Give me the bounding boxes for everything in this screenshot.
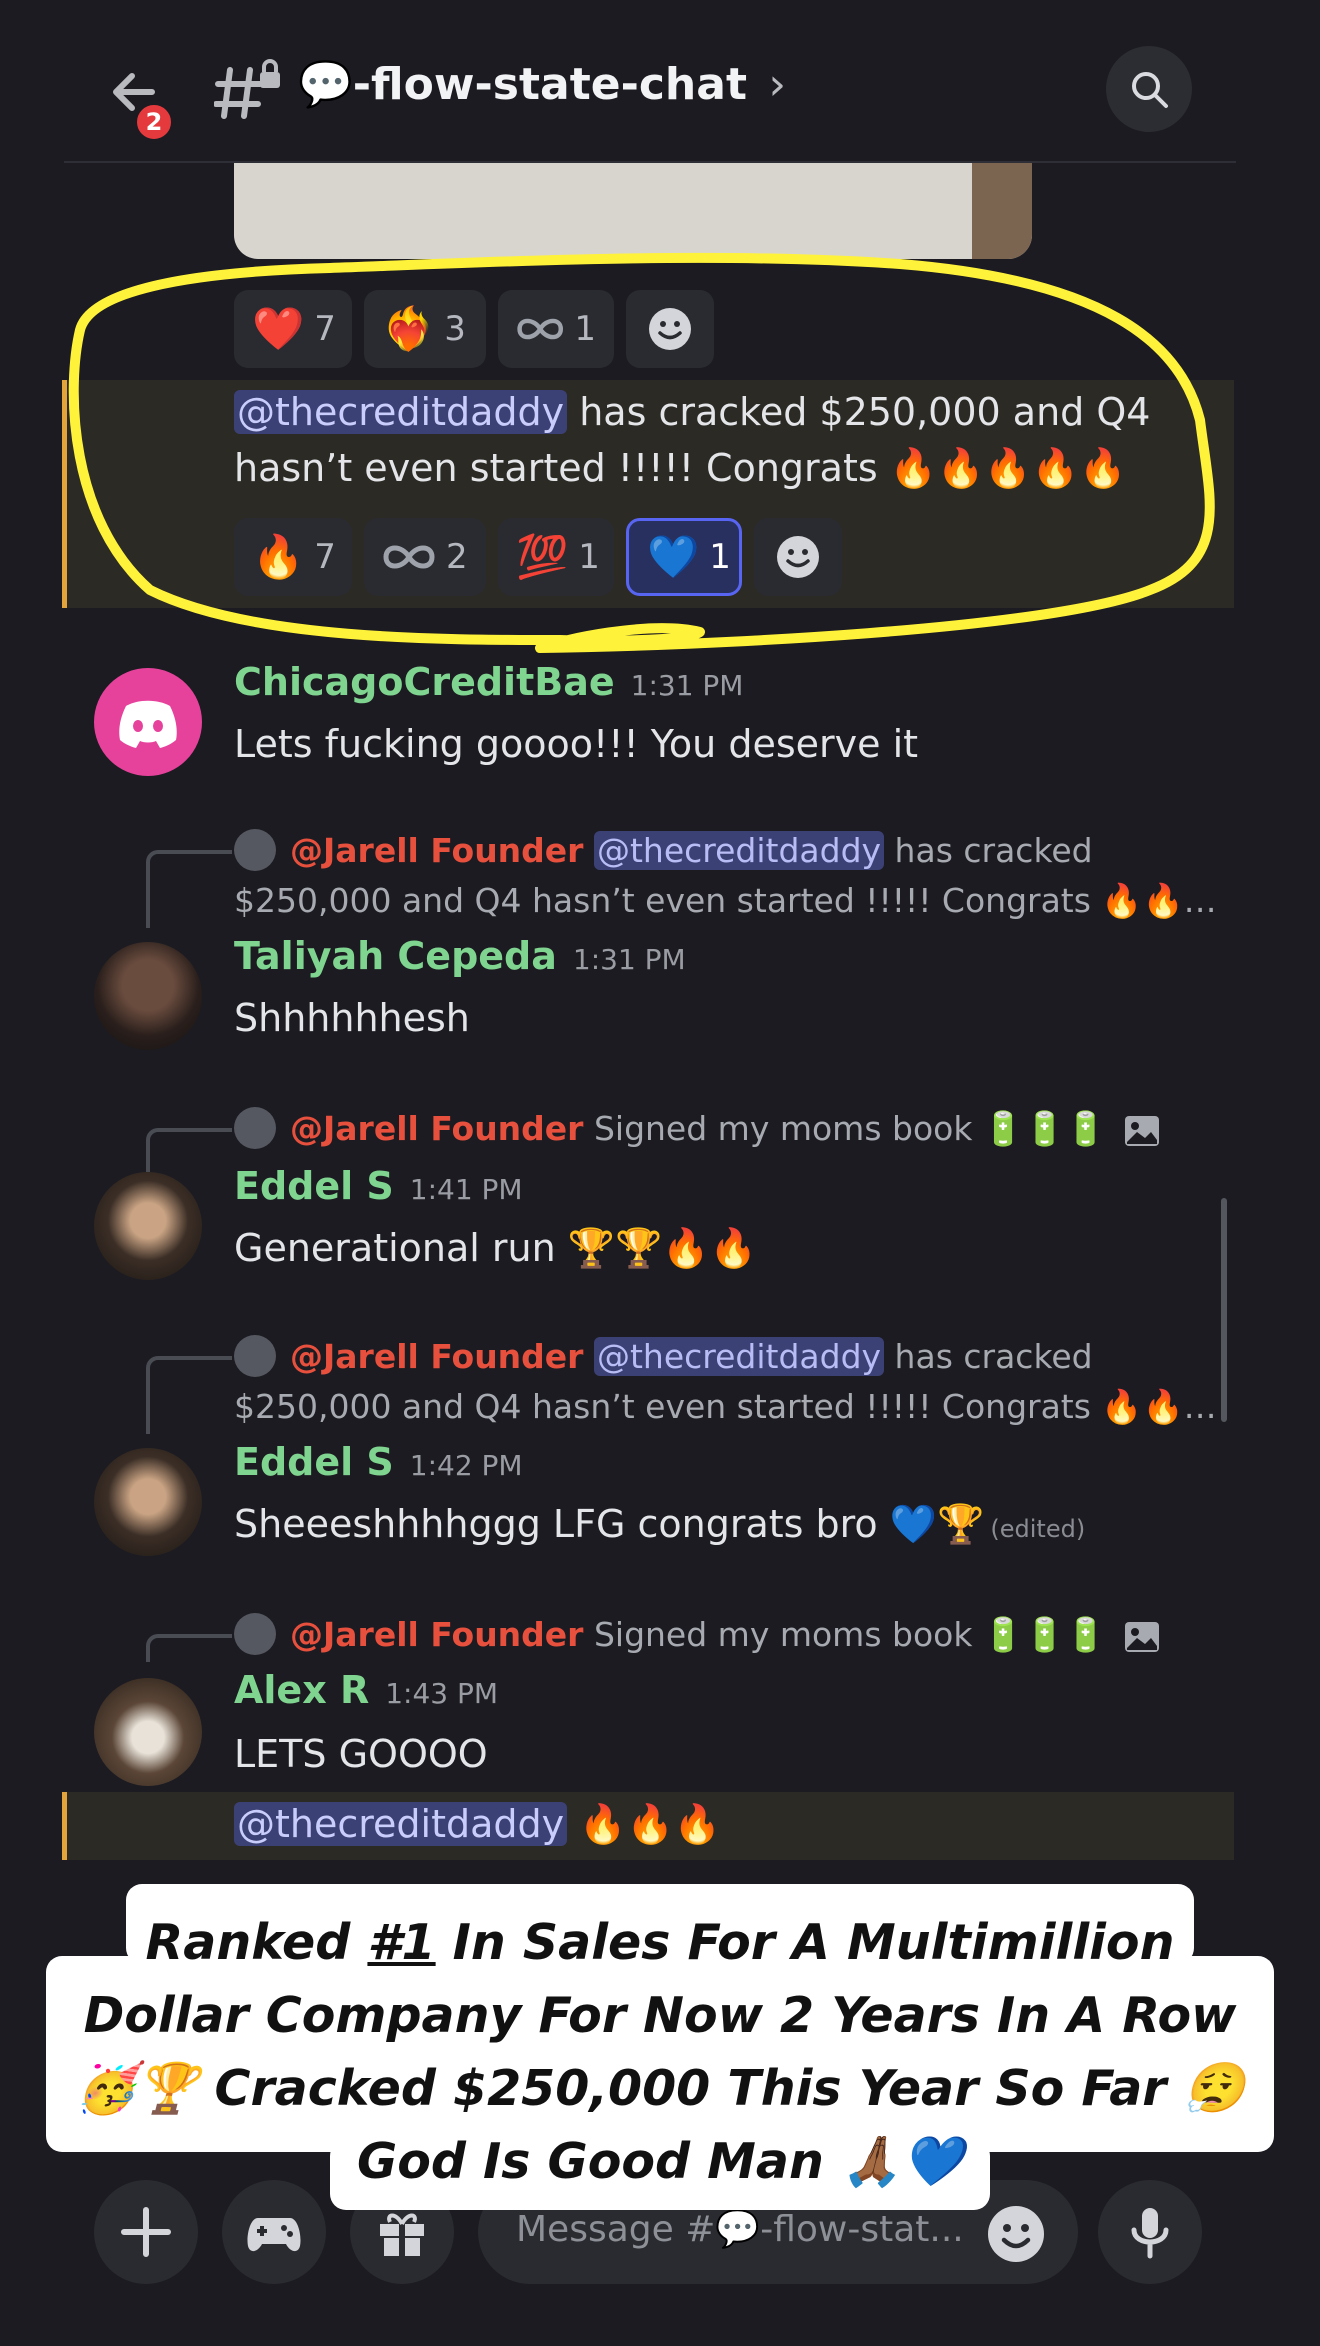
- avatar[interactable]: [94, 942, 202, 1050]
- gamepad-icon: [247, 2218, 301, 2252]
- discord-logo-icon: [119, 700, 177, 748]
- timestamp: 1:42 PM: [409, 1449, 523, 1482]
- caption-line: Dollar Company For Now 2 Years In A Row: [83, 1987, 1237, 2044]
- reply-connector: [146, 850, 232, 928]
- timestamp: 1:31 PM: [630, 669, 744, 702]
- message-text: Shhhhhhesh: [234, 996, 470, 1040]
- annotation-circle: [68, 252, 1215, 653]
- avatar: [234, 828, 276, 871]
- timestamp: 1:41 PM: [409, 1173, 523, 1206]
- avatar[interactable]: [94, 1448, 202, 1556]
- avatar[interactable]: [94, 1172, 202, 1280]
- avatar[interactable]: [94, 668, 202, 776]
- reply-connector: [146, 1634, 232, 1662]
- message-text: @thecreditdaddy 🔥🔥🔥: [234, 1796, 721, 1852]
- caption-line: Ranked #1 In Sales For A Multimillion: [145, 1914, 1175, 1971]
- message-author[interactable]: Taliyah Cepeda 1:31 PM: [234, 934, 686, 978]
- message-author[interactable]: Eddel S 1:41 PM: [234, 1164, 523, 1208]
- image-icon: [1124, 1621, 1159, 1652]
- caption-line: God Is Good Man 🙏🏾💙: [357, 2133, 963, 2190]
- scrollbar[interactable]: [1221, 1198, 1227, 1422]
- message-text: Sheeeshhhhggg LFG congrats bro 💙🏆 (edited…: [234, 1502, 1086, 1546]
- message-text: Generational run 🏆🏆🔥🔥: [234, 1226, 758, 1270]
- microphone-icon: [1131, 2208, 1169, 2259]
- timestamp: 1:43 PM: [385, 1677, 499, 1710]
- avatar: [234, 1612, 276, 1655]
- avatar: [234, 1334, 276, 1377]
- message-author[interactable]: ChicagoCreditBae 1:31 PM: [234, 660, 743, 704]
- avatar[interactable]: [94, 1678, 202, 1786]
- reply-preview-text: $250,000 and Q4 hasn’t even started !!!!…: [234, 881, 1217, 920]
- avatar: [234, 1106, 276, 1149]
- message-placeholder: Message #💬-flow-stat...: [516, 2209, 964, 2250]
- caption-line: 🥳🏆 Cracked $250,000 This Year So Far 😮‍💨: [75, 2060, 1245, 2117]
- message-author[interactable]: Alex R 1:43 PM: [234, 1668, 498, 1712]
- reply-connector: [146, 1128, 232, 1172]
- reply-preview[interactable]: @Jarell Founder Signed my moms book 🔋🔋🔋: [234, 1104, 1161, 1154]
- image-icon: [1124, 1115, 1159, 1146]
- plus-icon: [121, 2207, 171, 2257]
- edited-label: (edited): [990, 1515, 1086, 1543]
- message-text: Lets fucking goooo!!! You deserve it: [234, 722, 919, 766]
- reply-preview[interactable]: @Jarell Founder Signed my moms book 🔋🔋🔋: [234, 1610, 1161, 1660]
- message-author[interactable]: Eddel S 1:42 PM: [234, 1440, 523, 1484]
- reply-preview-text: $250,000 and Q4 hasn’t even started !!!!…: [234, 1387, 1217, 1426]
- timestamp: 1:31 PM: [572, 943, 686, 976]
- user-mention[interactable]: @thecreditdaddy: [234, 1802, 568, 1846]
- message-text: LETS GOOOO: [234, 1732, 488, 1776]
- reply-connector: [146, 1356, 232, 1434]
- gift-icon: [380, 2213, 424, 2256]
- reply-preview[interactable]: @Jarell Founder @thecreditdaddy has crac…: [234, 826, 1093, 876]
- reply-preview[interactable]: @Jarell Founder @thecreditdaddy has crac…: [234, 1332, 1093, 1382]
